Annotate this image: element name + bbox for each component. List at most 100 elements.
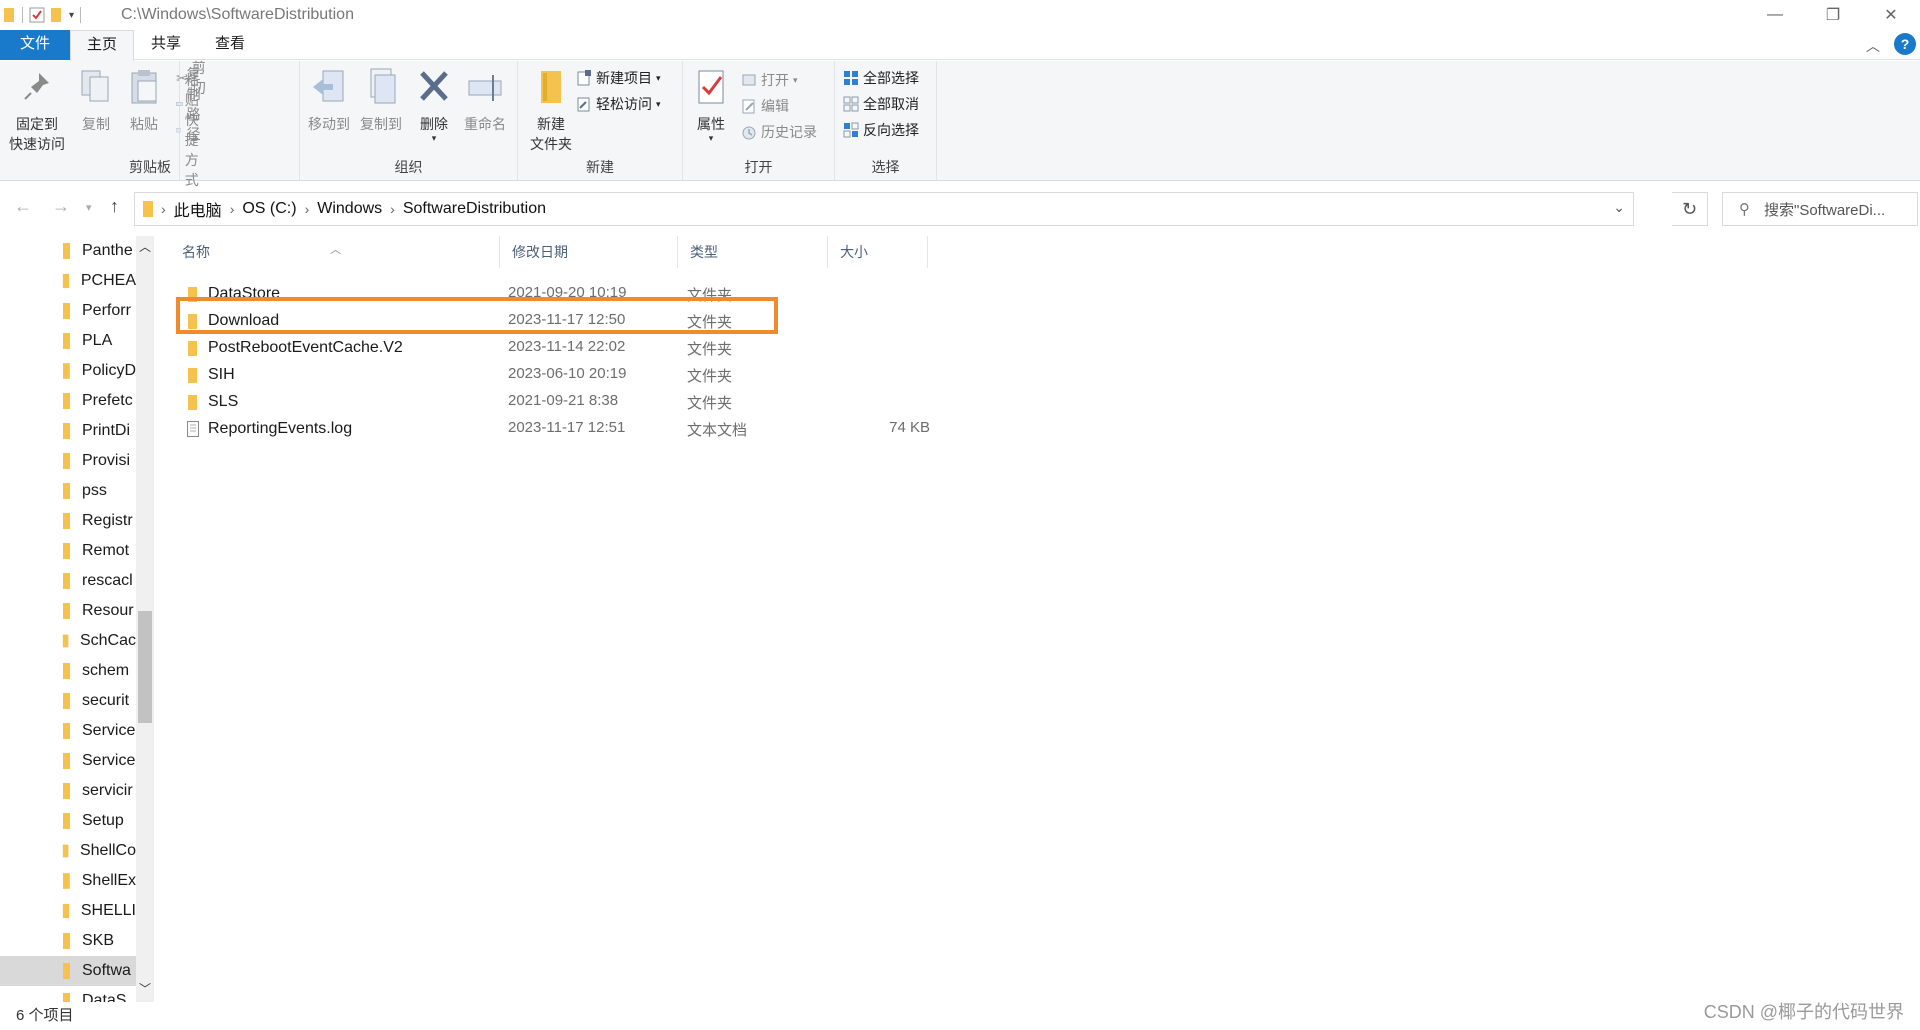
nav-item[interactable]: SchCac (0, 626, 136, 656)
pin-quick-access-button[interactable]: 固定到 快速访问 (6, 67, 68, 154)
nav-item[interactable]: DataS (0, 986, 136, 1002)
nav-item-label: PrintDi (82, 422, 131, 439)
tab-file[interactable]: 文件 (0, 30, 70, 60)
column-header-name[interactable]: ︿ 名称 (170, 236, 500, 268)
new-folder-icon[interactable] (51, 7, 63, 23)
nav-item[interactable]: rescacl (0, 566, 136, 596)
invert-selection-icon (843, 122, 859, 138)
scroll-down-icon[interactable]: ﹀ (136, 980, 154, 997)
nav-item-label: Softwa (82, 962, 131, 979)
file-row[interactable]: ReportingEvents.log 2023-11-17 12:51 文本文档 7… (178, 415, 938, 442)
nav-item[interactable]: Remot (0, 536, 136, 566)
easy-access-button[interactable]: 轻松访问 ▾ (576, 93, 661, 115)
nav-item-label: Resour (82, 602, 134, 619)
maximize-button[interactable]: ❐ (1804, 0, 1862, 30)
breadcrumb-softwaredistribution[interactable]: SoftwareDistribution (403, 200, 546, 218)
collapse-ribbon-icon[interactable]: ︿ (1866, 36, 1880, 56)
file-row[interactable]: SIH 2023-06-10 20:19 文件夹 (178, 361, 938, 388)
file-name-cell[interactable]: ReportingEvents.log (178, 415, 352, 442)
nav-item[interactable]: SHELLI (0, 896, 136, 926)
refresh-button[interactable]: ↻ (1672, 192, 1708, 226)
nav-item[interactable]: Resour (0, 596, 136, 626)
rename-button[interactable]: 重命名 (460, 67, 510, 134)
recent-locations-dropdown-icon[interactable]: ▾ (86, 201, 92, 214)
scroll-up-icon[interactable]: ︿ (136, 238, 154, 255)
up-arrow-icon[interactable]: ↑ (110, 196, 119, 217)
select-all-icon (844, 71, 858, 85)
delete-button[interactable]: 删除 ▾ (414, 67, 454, 143)
tab-view[interactable]: 查看 (198, 30, 262, 60)
properties-check-icon[interactable] (29, 7, 45, 23)
nav-item[interactable]: PCHEA (0, 266, 136, 296)
breadcrumb-this-pc[interactable]: 此电脑 (174, 197, 222, 221)
nav-item[interactable]: PrintDi (0, 416, 136, 446)
file-date: 2021-09-21 8:38 (508, 392, 619, 409)
chevron-right-icon[interactable]: › (161, 201, 166, 217)
nav-item[interactable]: SKB (0, 926, 136, 956)
tab-share[interactable]: 共享 (134, 30, 198, 60)
nav-item[interactable]: pss (0, 476, 136, 506)
properties-button[interactable]: 属性 ▾ (691, 67, 731, 143)
nav-item[interactable]: Service (0, 716, 136, 746)
address-dropdown-icon[interactable]: ⌄ (1613, 199, 1625, 216)
file-name-cell[interactable]: PostRebootEventCache.V2 (178, 334, 403, 361)
nav-item[interactable]: schem (0, 656, 136, 686)
column-header-type[interactable]: 类型 (678, 236, 828, 268)
select-all-button[interactable]: 全部选择 (843, 67, 919, 89)
column-header-size[interactable]: 大小 (828, 236, 928, 268)
nav-item-label: schem (82, 662, 130, 679)
scroll-thumb[interactable] (138, 611, 152, 723)
tab-home[interactable]: 主页 (70, 30, 134, 61)
nav-item[interactable]: securit (0, 686, 136, 716)
file-row[interactable]: SLS 2021-09-21 8:38 文件夹 (178, 388, 938, 415)
chevron-right-icon[interactable]: › (305, 201, 310, 217)
edit-button[interactable]: 编辑 (741, 95, 789, 117)
chevron-right-icon[interactable]: › (230, 201, 235, 217)
copy-to-button[interactable]: 复制到 (356, 67, 406, 134)
chevron-right-icon[interactable]: › (390, 201, 395, 217)
move-to-button[interactable]: 移动到 (304, 67, 354, 134)
nav-item[interactable]: Setup (0, 806, 136, 836)
breadcrumb-windows[interactable]: Windows (317, 200, 382, 218)
easy-access-label: 轻松访问 (596, 96, 652, 112)
address-bar[interactable]: › 此电脑 › OS (C:) › Windows › SoftwareDist… (134, 192, 1634, 226)
select-group: 全部选择 全部取消 反向选择 选择 (835, 61, 937, 181)
nav-item[interactable]: PLA (0, 326, 136, 356)
forward-arrow-icon[interactable]: → (52, 196, 70, 217)
folder-icon (63, 573, 70, 589)
customize-dropdown-icon[interactable]: ▾ (69, 10, 74, 21)
file-date: 2023-11-14 22:02 (508, 338, 626, 355)
nav-scrollbar[interactable]: ︿ ﹀ (136, 236, 154, 1002)
nav-item[interactable]: servicir (0, 776, 136, 806)
new-item-button[interactable]: 新建项目 ▾ (576, 67, 661, 89)
breadcrumb-c-drive[interactable]: OS (C:) (242, 200, 296, 218)
back-arrow-icon[interactable]: ← (14, 196, 32, 217)
file-name-cell[interactable]: SLS (178, 388, 238, 415)
nav-item[interactable]: Provisi (0, 446, 136, 476)
nav-item[interactable]: Registr (0, 506, 136, 536)
minimize-button[interactable]: — (1746, 0, 1804, 30)
open-button[interactable]: 打开 ▾ (741, 69, 798, 91)
column-header-date[interactable]: 修改日期 (500, 236, 678, 268)
nav-item[interactable]: ShellEx (0, 866, 136, 896)
copy-button[interactable]: 复制 (76, 67, 116, 134)
nav-item[interactable]: Softwa (0, 956, 136, 986)
select-none-button[interactable]: 全部取消 (843, 93, 919, 115)
paste-button[interactable]: 粘贴 (124, 67, 164, 134)
nav-item[interactable]: Service (0, 746, 136, 776)
new-folder-button[interactable]: 新建 文件夹 (526, 67, 576, 154)
nav-item[interactable]: ShellCo (0, 836, 136, 866)
history-button[interactable]: 历史记录 (741, 121, 817, 143)
search-box[interactable]: ⚲ 搜索"SoftwareDi... (1722, 192, 1918, 226)
nav-item[interactable]: PolicyD (0, 356, 136, 386)
help-icon[interactable]: ? (1894, 33, 1916, 55)
select-all-label: 全部选择 (863, 70, 919, 86)
nav-item[interactable]: Panthe (0, 236, 136, 266)
file-name-cell[interactable]: SIH (178, 361, 235, 388)
close-button[interactable]: ✕ (1862, 0, 1920, 30)
nav-item[interactable]: Perforr (0, 296, 136, 326)
column-header-type-label: 类型 (690, 244, 718, 260)
invert-selection-button[interactable]: 反向选择 (843, 119, 919, 141)
nav-item[interactable]: Prefetc (0, 386, 136, 416)
file-row[interactable]: PostRebootEventCache.V2 2023-11-14 22:02 文… (178, 334, 938, 361)
